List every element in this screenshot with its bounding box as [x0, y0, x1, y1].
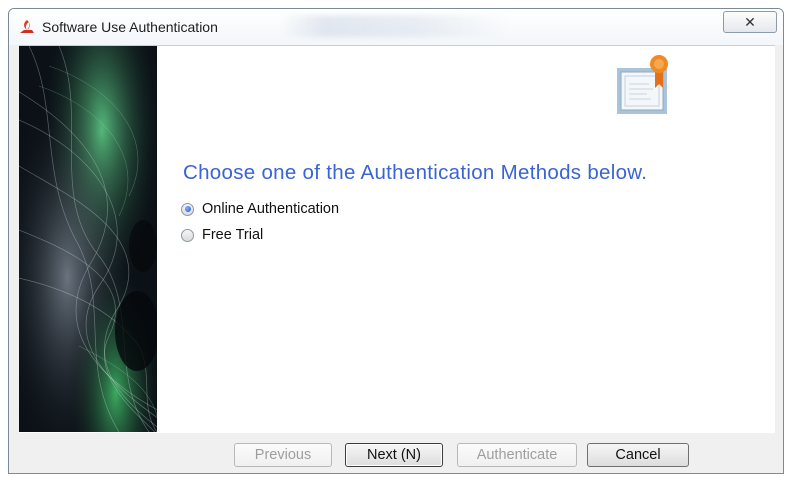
certificate-icon	[617, 55, 668, 114]
button-bar: Previous Next (N) Authenticate Cancel	[9, 433, 783, 473]
option-online-authentication[interactable]: Online Authentication	[181, 201, 339, 217]
app-logo-icon	[20, 20, 34, 33]
radio-free-trial[interactable]	[181, 228, 194, 242]
instruction-heading: Choose one of the Authentication Methods…	[183, 161, 648, 184]
content-panel: Choose one of the Authentication Methods…	[19, 45, 775, 433]
previous-button[interactable]: Previous	[234, 443, 332, 467]
radio-online-authentication[interactable]	[181, 202, 194, 216]
close-icon: ✕	[744, 13, 756, 30]
cancel-button[interactable]: Cancel	[587, 443, 689, 467]
background-title-ghost	[279, 15, 509, 37]
next-button[interactable]: Next (N)	[345, 443, 443, 467]
side-banner-image	[19, 46, 157, 432]
option-label: Online Authentication	[202, 201, 340, 217]
title-bar[interactable]: Software Use Authentication ✕	[9, 9, 783, 45]
dialog-window: Software Use Authentication ✕ Choose one…	[8, 8, 784, 474]
close-button[interactable]: ✕	[723, 11, 777, 33]
window-title: Software Use Authentication	[42, 19, 218, 35]
option-label: Free Trial	[202, 227, 264, 243]
option-free-trial[interactable]: Free Trial	[181, 227, 263, 243]
authenticate-button[interactable]: Authenticate	[457, 443, 577, 467]
